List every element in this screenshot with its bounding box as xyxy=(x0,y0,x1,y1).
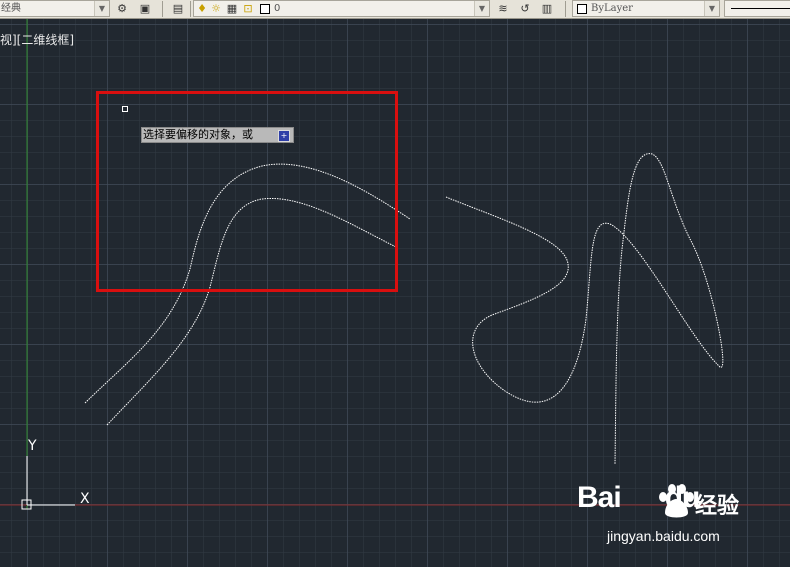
prompt-expand-button[interactable]: + xyxy=(278,130,290,142)
toolbar-separator xyxy=(162,1,163,17)
layer-state-icon[interactable]: ▥ xyxy=(539,1,555,17)
workspace-toolbar-icon[interactable]: ▣ xyxy=(137,1,153,17)
top-toolbar: 经典 ▼ ⚙ ▣ ▤ ♦ ☼ ▦ ⊡ 0 ▼ ≋ ↺ ▥ ByLayer ▼ xyxy=(0,0,790,19)
highlight-box xyxy=(96,91,398,292)
linetype-preview xyxy=(731,8,790,9)
layer-properties-icon[interactable]: ▤ xyxy=(170,1,186,17)
settings-gear-icon[interactable]: ⚙ xyxy=(114,1,130,17)
baidu-jingyan-watermark: Bai du 经验 jingyan.baidu.com xyxy=(577,481,777,566)
layer-freeze-sun-icon[interactable]: ☼ xyxy=(208,1,224,17)
toolbar-separator xyxy=(190,1,191,17)
layer-name: 0 xyxy=(274,3,281,14)
color-value: ByLayer xyxy=(591,3,633,14)
color-dropdown[interactable]: ByLayer ▼ xyxy=(572,0,720,17)
paw-icon xyxy=(659,484,694,518)
drawing-viewport[interactable]: Y X 视][二维线框] 选择要偏移的对象，或 + Bai du 经验 jingy… xyxy=(0,19,790,567)
layer-previous-icon[interactable]: ↺ xyxy=(517,1,533,17)
watermark-product: 经验 xyxy=(695,494,740,519)
prompt-text: 选择要偏移的对象，或 xyxy=(143,128,253,141)
spline-freehand[interactable] xyxy=(445,153,724,465)
chevron-down-icon[interactable]: ▼ xyxy=(94,1,109,16)
linetype-dropdown[interactable] xyxy=(724,0,790,17)
pickbox-cursor-icon xyxy=(122,106,128,112)
chevron-down-icon[interactable]: ▼ xyxy=(474,1,489,16)
layer-lock-icon[interactable]: ⊡ xyxy=(240,1,256,17)
ucs-icon xyxy=(21,456,75,510)
toolbar-separator xyxy=(565,1,566,17)
ucs-x-label: X xyxy=(80,491,90,507)
make-layer-current-icon[interactable]: ≋ xyxy=(495,1,511,17)
layer-color-swatch xyxy=(260,4,270,14)
layer-viewport-icon[interactable]: ▦ xyxy=(224,1,240,17)
watermark-url: jingyan.baidu.com xyxy=(607,528,720,544)
dynamic-input-prompt[interactable]: 选择要偏移的对象，或 + xyxy=(141,127,294,143)
layer-dropdown[interactable]: ♦ ☼ ▦ ⊡ 0 ▼ xyxy=(193,0,490,17)
workspace-dropdown[interactable]: 经典 ▼ xyxy=(0,0,110,17)
workspace-value: 经典 xyxy=(1,3,21,14)
chevron-down-icon[interactable]: ▼ xyxy=(704,1,719,16)
ucs-y-label: Y xyxy=(27,438,37,454)
viewport-controls-label[interactable]: 视][二维线框] xyxy=(0,31,74,48)
color-swatch xyxy=(577,4,587,14)
